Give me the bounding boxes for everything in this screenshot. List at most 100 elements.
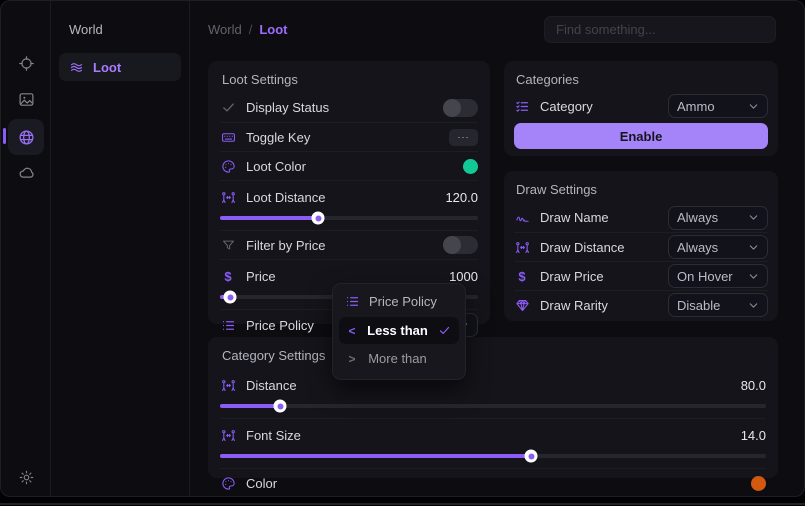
icon-rail — [1, 1, 51, 496]
checklist-icon — [514, 98, 530, 114]
loot-color-label: Loot Color — [246, 159, 306, 174]
distance-icon — [220, 189, 236, 205]
loot-color-row: Loot Color — [220, 151, 478, 180]
greater-than-icon: > — [347, 352, 357, 366]
chevron-down-icon — [748, 242, 759, 253]
sub-sidebar: World Loot — [51, 1, 190, 496]
rail-item-visuals[interactable] — [8, 81, 44, 117]
slider-thumb[interactable] — [224, 291, 237, 304]
rail-item-settings[interactable] — [8, 459, 44, 495]
breadcrumb-current[interactable]: Loot — [259, 22, 287, 37]
chevron-down-icon — [748, 300, 759, 311]
dollar-icon: $ — [514, 268, 530, 284]
category-row: Category Ammo — [514, 93, 768, 119]
breadcrumb: World / Loot — [208, 22, 288, 37]
keybind-button[interactable]: ··· — [449, 129, 478, 146]
popup-item-label: More than — [363, 351, 432, 366]
display-status-toggle[interactable] — [443, 99, 478, 117]
palette-icon — [220, 475, 236, 491]
breadcrumb-separator: / — [249, 22, 253, 37]
app-window: World Loot World / Loot Loot Settings Di… — [0, 0, 805, 497]
distance-slider[interactable] — [220, 404, 766, 408]
keyboard-icon — [220, 129, 236, 145]
display-status-row: Display Status — [220, 93, 478, 122]
toggle-key-label: Toggle Key — [246, 130, 310, 145]
color-label: Color — [246, 476, 277, 491]
draw-name-select[interactable]: Always — [668, 206, 768, 230]
slider-thumb[interactable] — [274, 400, 287, 413]
panel-title: Category Settings — [220, 337, 766, 369]
slider-thumb[interactable] — [312, 212, 325, 225]
price-label: Price — [246, 269, 276, 284]
sidebar-section-title: World — [69, 22, 103, 37]
rail-item-aim[interactable] — [8, 45, 44, 81]
filter-by-price-toggle[interactable] — [443, 236, 478, 254]
distance-value: 80.0 — [741, 378, 766, 393]
category-select[interactable]: Ammo — [668, 94, 768, 118]
category-color-swatch[interactable] — [751, 476, 766, 491]
active-tab-indicator — [3, 128, 6, 144]
check-icon — [438, 324, 451, 337]
distance-row: Distance 80.0 — [220, 369, 766, 418]
search-input[interactable] — [544, 16, 776, 43]
draw-name-row: Draw Name Always — [514, 203, 768, 232]
draw-distance-label: Draw Distance — [540, 240, 625, 255]
cloud-icon — [18, 164, 35, 181]
rail-item-cloud[interactable] — [8, 154, 44, 190]
less-than-icon: < — [347, 324, 357, 338]
crosshair-icon — [18, 55, 35, 72]
draw-price-select[interactable]: On Hover — [668, 264, 768, 288]
popup-item-more-than[interactable]: > More than — [339, 345, 459, 372]
distance-icon — [220, 427, 236, 443]
distance-label: Distance — [246, 378, 297, 393]
enable-button[interactable]: Enable — [514, 123, 768, 149]
font-size-value: 14.0 — [741, 428, 766, 443]
loot-distance-label: Loot Distance — [246, 190, 326, 205]
draw-rarity-label: Draw Rarity — [540, 298, 608, 313]
rail-item-world[interactable] — [8, 119, 44, 155]
loot-distance-value: 120.0 — [445, 190, 478, 205]
slider-fill — [220, 454, 531, 458]
draw-name-selected-value: Always — [677, 210, 718, 225]
draw-rarity-selected-value: Disable — [677, 298, 720, 313]
slider-thumb[interactable] — [525, 450, 538, 463]
draw-price-label: Draw Price — [540, 269, 604, 284]
draw-price-row: $ Draw Price On Hover — [514, 261, 768, 290]
loot-distance-slider[interactable] — [220, 216, 478, 220]
image-icon — [18, 91, 35, 108]
categories-panel: Categories Category Ammo Enable — [504, 61, 778, 156]
category-settings-panel: Category Settings Distance 80.0 Font Siz… — [208, 337, 778, 478]
panel-title: Draw Settings — [514, 171, 768, 203]
draw-rarity-row: Draw Rarity Disable — [514, 290, 768, 319]
display-status-label: Display Status — [246, 100, 329, 115]
signature-icon — [514, 210, 530, 226]
slider-fill — [220, 216, 318, 220]
draw-distance-select[interactable]: Always — [668, 235, 768, 259]
distance-icon — [514, 239, 530, 255]
price-value: 1000 — [449, 269, 478, 284]
font-size-row: Font Size 14.0 — [220, 418, 766, 468]
chevron-down-icon — [748, 212, 759, 223]
popup-item-less-than[interactable]: < Less than — [339, 317, 459, 344]
toggle-key-row: Toggle Key ··· — [220, 122, 478, 151]
font-size-label: Font Size — [246, 428, 301, 443]
gem-icon — [514, 297, 530, 313]
distance-icon — [220, 377, 236, 393]
popup-header: Price Policy — [333, 284, 465, 316]
draw-settings-panel: Draw Settings Draw Name Always Draw Dist… — [504, 171, 778, 321]
sidebar-item-loot[interactable]: Loot — [59, 53, 181, 81]
draw-distance-selected-value: Always — [677, 240, 718, 255]
filter-by-price-label: Filter by Price — [246, 238, 325, 253]
slider-fill — [220, 404, 280, 408]
breadcrumb-parent[interactable]: World — [208, 22, 242, 37]
filter-by-price-row: Filter by Price — [220, 230, 478, 259]
loot-color-swatch[interactable] — [463, 159, 478, 174]
font-size-slider[interactable] — [220, 454, 766, 458]
sidebar-item-label: Loot — [93, 60, 121, 75]
category-label: Category — [540, 99, 593, 114]
draw-rarity-select[interactable]: Disable — [668, 293, 768, 317]
toggle-knob — [443, 99, 461, 117]
category-selected-value: Ammo — [677, 99, 715, 114]
list-icon — [344, 293, 360, 309]
layers-icon — [69, 60, 84, 75]
